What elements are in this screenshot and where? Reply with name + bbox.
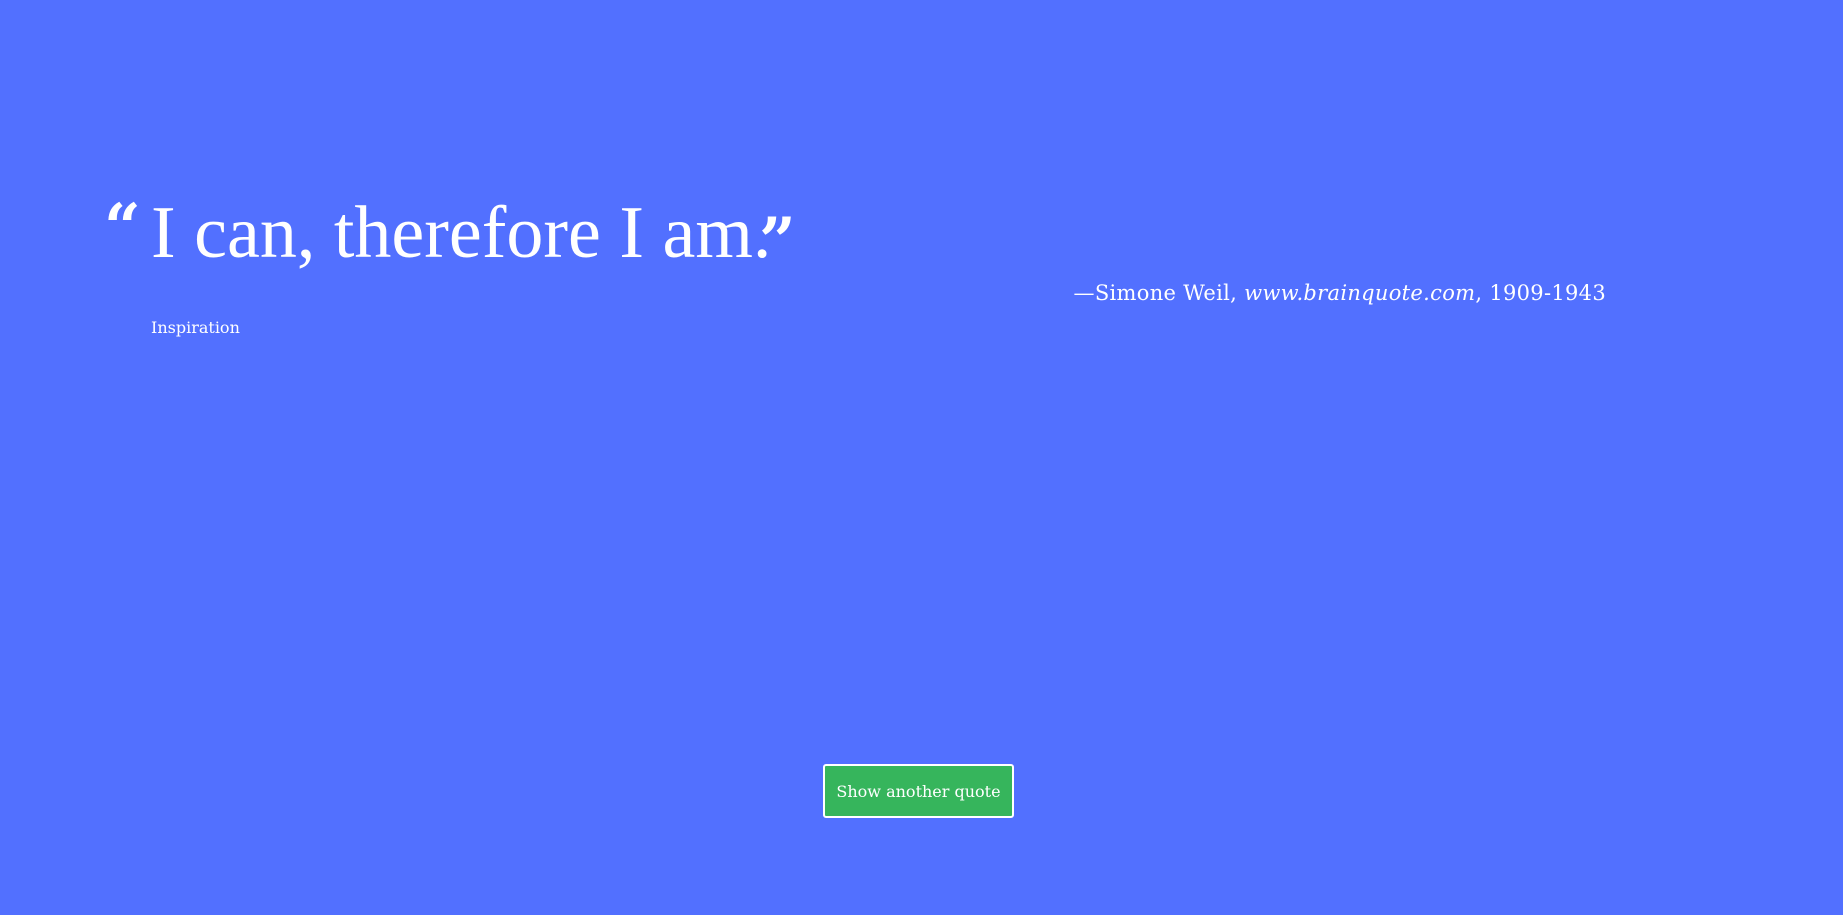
- attribution-dash: —: [1073, 281, 1095, 305]
- attribution-separator: ,: [1230, 281, 1245, 305]
- quote-attribution: —Simone Weil, www.brainquote.com, 1909-1…: [1074, 281, 1606, 305]
- quote-text: I can, therefore I am.: [151, 192, 772, 274]
- attribution-separator: ,: [1475, 281, 1490, 305]
- quote-block: “ I can, therefore I am. ”: [104, 190, 1604, 350]
- quote-category: Inspiration: [151, 318, 240, 337]
- open-quote-icon: “: [104, 190, 141, 265]
- author-years: 1909-1943: [1489, 281, 1606, 305]
- close-quote-icon: ”: [759, 204, 796, 279]
- quote-source: www.brainquote.com: [1244, 281, 1476, 305]
- show-another-quote-button[interactable]: Show another quote: [823, 764, 1014, 818]
- quote-author: Simone Weil: [1094, 281, 1231, 305]
